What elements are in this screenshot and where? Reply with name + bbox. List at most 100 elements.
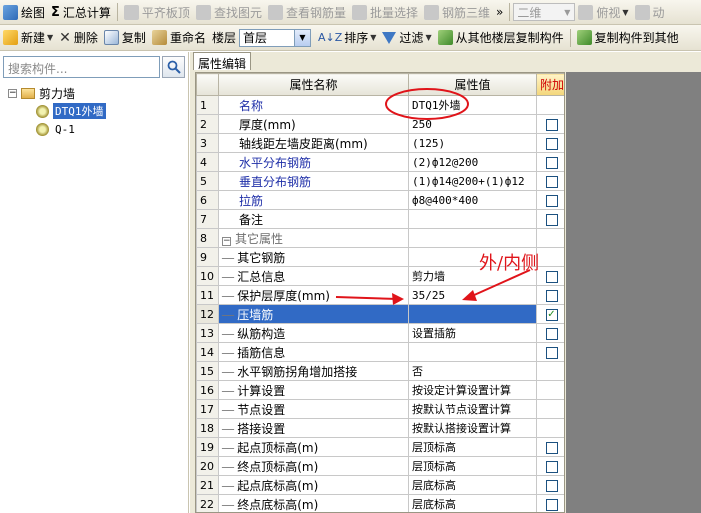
table-row[interactable]: 15 ── 水平钢筋拐角增加搭接否 (196, 361, 564, 381)
attr-value-cell[interactable]: 250 (408, 114, 537, 134)
search-button[interactable] (162, 56, 185, 78)
tree-item-dtq1[interactable]: DTQ1外墙 (8, 102, 106, 120)
attr-value-cell[interactable]: 按设定计算设置计算 (408, 380, 537, 400)
floor-select[interactable]: 首层 ▼ (238, 28, 311, 47)
copy-button[interactable]: 复制 (101, 27, 149, 49)
tree-root[interactable]: − 剪力墙 (8, 84, 106, 102)
attr-name-cell[interactable]: 水平分布钢筋 (218, 152, 409, 172)
additional-checkbox[interactable] (545, 346, 558, 359)
tree-item-q1[interactable]: Q-1 (8, 120, 106, 138)
additional-checkbox[interactable]: ✓ (545, 308, 558, 321)
attr-value-cell[interactable]: 层底标高 (408, 475, 537, 495)
table-row[interactable]: 14 ── 插筋信息 (196, 342, 564, 362)
copy-from-other-floor-button[interactable]: 从其他楼层复制构件 (435, 27, 567, 49)
table-row[interactable]: 5 垂直分布钢筋 (1)ф14@200+(1)ф12 (196, 171, 564, 191)
copy-to-other-floor-button[interactable]: 复制构件到其他 (574, 27, 682, 49)
new-button[interactable]: 新建 ▼ (0, 27, 56, 49)
table-row[interactable]: 8− 其它属性 (196, 228, 564, 248)
table-row[interactable]: 4 水平分布钢筋 (2)ф12@200 (196, 152, 564, 172)
filter-button[interactable]: 过滤 ▼ (379, 27, 434, 49)
attr-name-cell[interactable]: ── 插筋信息 (218, 342, 409, 362)
attr-value-cell[interactable]: (125) (408, 133, 537, 153)
attr-value-cell[interactable]: 层底标高 (408, 494, 537, 512)
attr-value-cell[interactable]: (2)ф12@200 (408, 152, 537, 172)
table-row[interactable]: 12 ── 压墙筋 ✓ (196, 304, 564, 324)
attr-value-cell[interactable]: 层顶标高 (408, 456, 537, 476)
table-row[interactable]: 11 ── 保护层厚度(mm) 35/25 (196, 285, 564, 305)
toolbar-overflow-button[interactable]: » (493, 1, 506, 23)
attr-name-cell[interactable]: ── 汇总信息 (218, 266, 409, 286)
attr-value-cell[interactable]: 35/25 (408, 285, 537, 305)
rename-button[interactable]: 重命名 (149, 27, 209, 49)
additional-checkbox[interactable] (545, 137, 558, 150)
attr-value-cell[interactable]: 层顶标高 (408, 437, 537, 457)
attr-name-cell[interactable]: ── 压墙筋 (218, 304, 409, 324)
attr-name-cell[interactable]: ── 其它钢筋 (218, 247, 409, 267)
attr-value-cell[interactable]: DTQ1外墙 (408, 95, 537, 115)
additional-checkbox[interactable] (545, 460, 558, 473)
attr-name-cell[interactable]: ── 节点设置 (218, 399, 409, 419)
table-row[interactable]: 21 ── 起点底标高(m) 层底标高 (196, 475, 564, 495)
attr-value-cell[interactable]: 设置插筋 (408, 323, 537, 343)
sum-calc-button[interactable]: Σ 汇总计算 (48, 1, 114, 23)
additional-checkbox[interactable] (545, 175, 558, 188)
table-row[interactable]: 16 ── 计算设置 按设定计算设置计算 (196, 380, 564, 400)
additional-checkbox[interactable] (545, 498, 558, 511)
attr-value-cell[interactable] (408, 342, 537, 362)
attr-name-cell[interactable]: ── 保护层厚度(mm) (218, 285, 409, 305)
view-mode-select[interactable]: 二维 ▼ (513, 3, 576, 21)
delete-button[interactable]: ✕ 删除 (56, 27, 101, 49)
collapse-icon[interactable]: − (222, 236, 231, 246)
attr-value-cell[interactable] (408, 304, 537, 324)
attr-name-cell[interactable]: 备注 (218, 209, 409, 229)
rebar-3d-button[interactable]: 钢筋三维 (421, 1, 493, 23)
table-row[interactable]: 18 ── 搭接设置 按默认搭接设置计算 (196, 418, 564, 438)
table-row[interactable]: 2 厚度(mm) 250 (196, 114, 564, 134)
table-row[interactable]: 19 ── 起点顶标高(m) 层顶标高 (196, 437, 564, 457)
table-row[interactable]: 6 拉筋 ф8@400*400 (196, 190, 564, 210)
table-row[interactable]: 22 ── 终点底标高(m) 层底标高 (196, 494, 564, 512)
table-row[interactable]: 1 名称 DTQ1外墙 (196, 95, 564, 115)
additional-checkbox[interactable] (545, 213, 558, 226)
attr-name-cell[interactable]: ── 计算设置 (218, 380, 409, 400)
additional-checkbox[interactable] (545, 194, 558, 207)
additional-checkbox[interactable] (545, 156, 558, 169)
attr-name-cell[interactable]: 轴线距左墙皮距离(mm) (218, 133, 409, 153)
attr-value-cell[interactable] (408, 228, 537, 248)
table-row[interactable]: 3 轴线距左墙皮距离(mm) (125) (196, 133, 564, 153)
attr-value-cell[interactable]: 按默认节点设置计算 (408, 399, 537, 419)
attr-name-cell[interactable]: − 其它属性 (218, 228, 409, 248)
attr-name-cell[interactable]: ── 纵筋构造 (218, 323, 409, 343)
table-row[interactable]: 17 ── 节点设置 按默认节点设置计算 (196, 399, 564, 419)
collapse-icon[interactable]: − (8, 88, 17, 98)
align-top-button[interactable]: 平齐板顶 (121, 1, 193, 23)
attr-name-cell[interactable]: 厚度(mm) (218, 114, 409, 134)
find-element-button[interactable]: 查找图元 (193, 1, 265, 23)
additional-checkbox[interactable] (545, 118, 558, 131)
attr-value-cell[interactable] (408, 209, 537, 229)
additional-checkbox[interactable] (545, 289, 558, 302)
attr-name-cell[interactable]: ── 搭接设置 (218, 418, 409, 438)
draw-button[interactable]: 绘图 (0, 1, 48, 23)
dynamic-view-button[interactable]: 动 (632, 1, 668, 23)
attr-name-cell[interactable]: 名称 (218, 95, 409, 115)
search-input[interactable]: 搜索构件... (3, 56, 160, 78)
tab-property-edit[interactable]: 属性编辑 (193, 52, 251, 71)
sort-button[interactable]: A↓Z 排序 ▼ (315, 27, 379, 49)
table-row[interactable]: 7 备注 (196, 209, 564, 229)
additional-checkbox[interactable] (545, 327, 558, 340)
attr-name-cell[interactable]: ── 起点顶标高(m) (218, 437, 409, 457)
attr-name-cell[interactable]: 拉筋 (218, 190, 409, 210)
attr-value-cell[interactable]: (1)ф14@200+(1)ф12 (408, 171, 537, 191)
attr-name-cell[interactable]: ── 起点底标高(m) (218, 475, 409, 495)
view-angle-button[interactable]: 俯视 ▼ (575, 1, 631, 23)
attr-value-cell[interactable]: ф8@400*400 (408, 190, 537, 210)
additional-checkbox[interactable] (545, 270, 558, 283)
attr-name-cell[interactable]: ── 终点顶标高(m) (218, 456, 409, 476)
table-row[interactable]: 20 ── 终点顶标高(m) 层顶标高 (196, 456, 564, 476)
attr-name-cell[interactable]: ── 终点底标高(m) (218, 494, 409, 512)
attr-name-cell[interactable]: 垂直分布钢筋 (218, 171, 409, 191)
batch-select-button[interactable]: 批量选择 (349, 1, 421, 23)
attr-name-cell[interactable]: ── 水平钢筋拐角增加搭接 (218, 361, 409, 381)
additional-checkbox[interactable] (545, 479, 558, 492)
